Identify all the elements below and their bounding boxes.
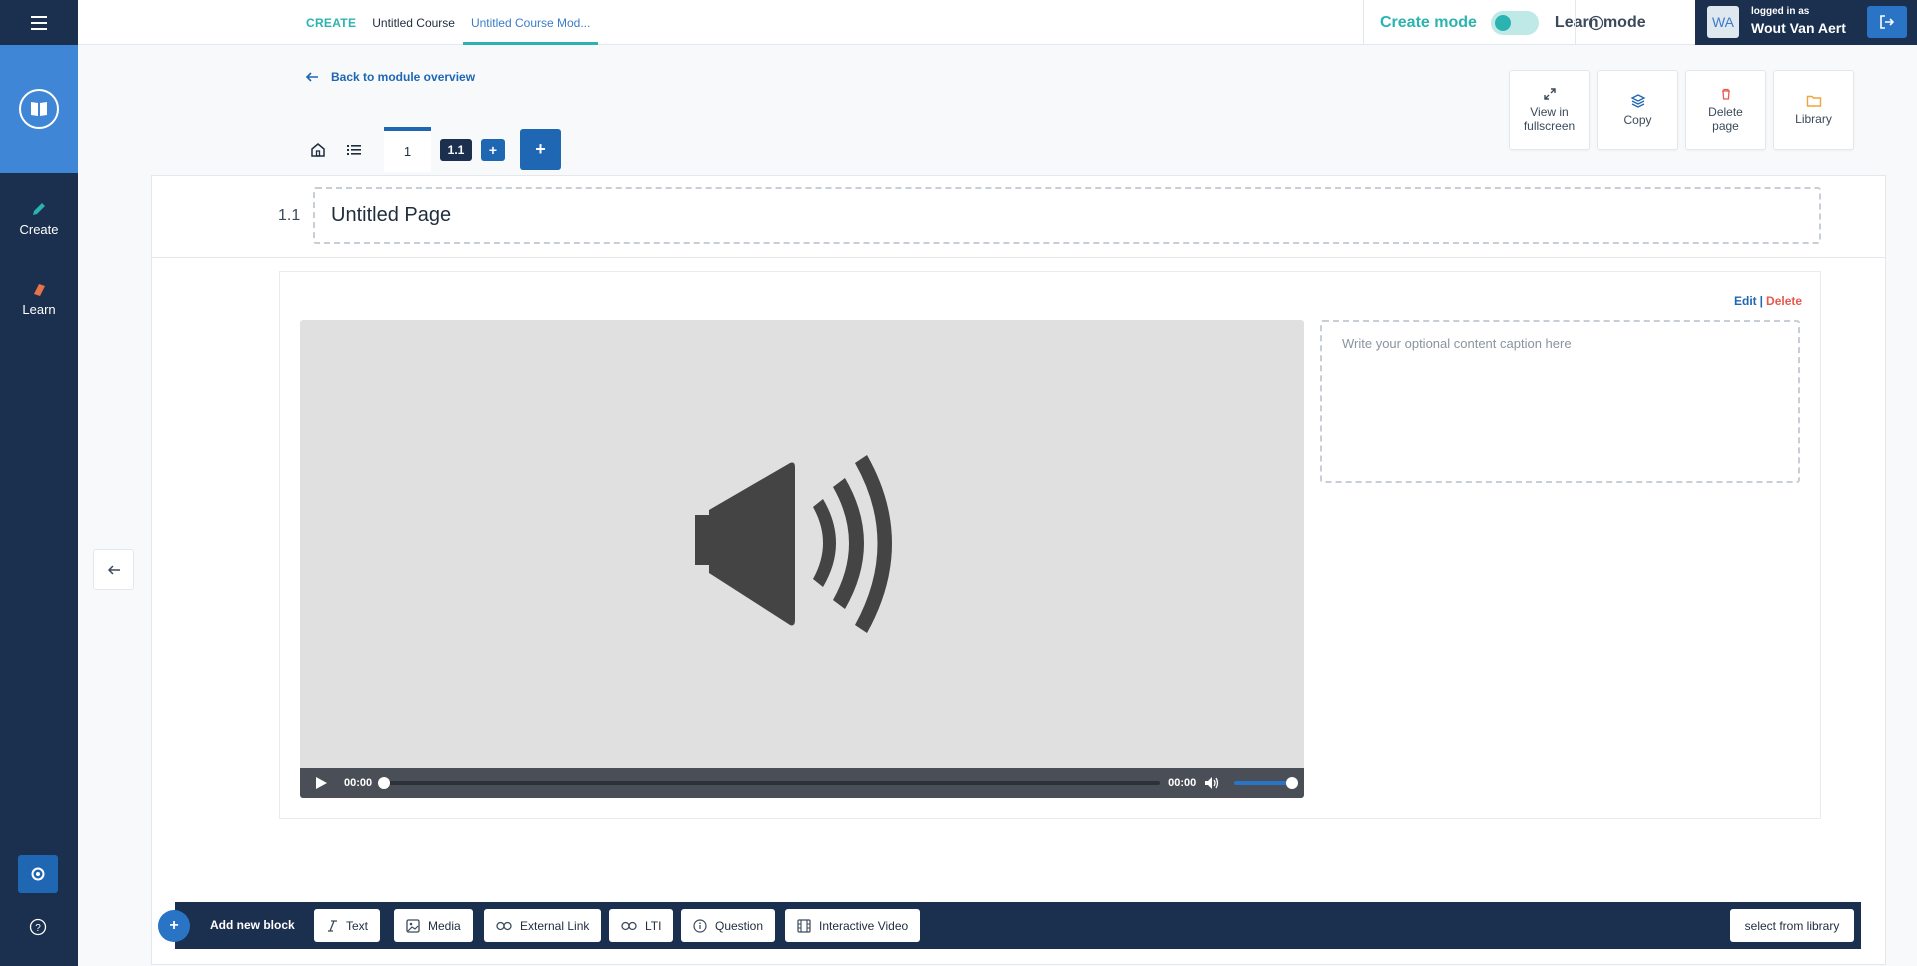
text-icon — [326, 919, 338, 933]
divider — [151, 257, 1886, 258]
link-icon — [496, 921, 512, 931]
mode-toggle[interactable] — [1490, 10, 1539, 35]
play-icon[interactable] — [314, 775, 330, 791]
media-block-button[interactable]: Media — [394, 909, 473, 942]
separator: | — [1759, 294, 1764, 308]
sidebar-item-create[interactable]: Create — [0, 200, 78, 237]
caption-input[interactable]: Write your optional content caption here — [1320, 320, 1800, 483]
link-icon — [621, 921, 637, 931]
avatar: WA — [1707, 6, 1739, 38]
arrow-left-icon — [107, 564, 120, 575]
sidebar-item-label: Learn — [22, 302, 56, 317]
logout-button[interactable] — [1867, 6, 1907, 38]
back-link-label: Back to module overview — [331, 70, 476, 84]
film-icon — [797, 918, 811, 933]
user-name: Wout Van Aert — [1751, 20, 1846, 36]
audio-player: 00:00 00:00 — [300, 320, 1304, 798]
tool-label: External Link — [520, 918, 590, 933]
tool-label: Media — [428, 918, 461, 933]
delete-block-link[interactable]: Delete — [1766, 294, 1802, 308]
arrow-left-icon — [305, 72, 318, 82]
folder-icon — [1806, 95, 1821, 107]
breadcrumb-module[interactable]: Untitled Course Mod... — [462, 0, 599, 45]
info-icon — [693, 918, 707, 933]
info-icon[interactable] — [1575, 0, 1615, 45]
svg-text:?: ? — [35, 923, 41, 934]
expand-icon — [1543, 88, 1556, 100]
back-to-module-link[interactable]: Back to module overview — [305, 70, 475, 84]
block-actions: Edit | Delete — [1734, 294, 1802, 308]
select-from-library-button[interactable]: select from library — [1730, 909, 1854, 942]
current-time: 00:00 — [344, 777, 373, 789]
tab-page-1[interactable]: 1 — [384, 127, 431, 172]
breadcrumb-create[interactable]: CREATE — [298, 0, 364, 45]
tool-label: LTI — [645, 918, 662, 933]
add-block-button[interactable]: + — [158, 910, 190, 942]
top-bar: CREATE Untitled Course Untitled Course M… — [78, 0, 1917, 45]
volume-slider[interactable] — [1234, 777, 1299, 789]
tool-label: Question — [715, 918, 764, 933]
action-label: Copy — [1623, 113, 1652, 127]
action-label: View in fullscreen — [1523, 105, 1576, 133]
trash-icon — [1721, 88, 1730, 100]
tool-label: Text — [346, 918, 369, 933]
progress-slider[interactable] — [378, 777, 1161, 789]
edit-block-link[interactable]: Edit — [1734, 294, 1757, 308]
sidebar: Create Learn ? — [0, 0, 78, 966]
course-logo — [0, 45, 78, 173]
user-panel: WA logged in as Wout Van Aert — [1695, 0, 1917, 45]
volume-icon[interactable] — [1204, 776, 1224, 790]
lti-block-button[interactable]: LTI — [609, 909, 674, 942]
add-subpage-button[interactable]: + — [481, 138, 505, 161]
add-block-label: Add new block — [210, 918, 295, 932]
external-link-block-button[interactable]: External Link — [484, 909, 602, 942]
library-button[interactable]: Library — [1773, 70, 1854, 150]
gear-icon[interactable] — [18, 855, 58, 893]
text-block-button[interactable]: Text — [314, 909, 381, 942]
logout-icon — [1880, 15, 1895, 29]
page-number: 1.1 — [278, 207, 301, 224]
subpage-badge[interactable]: 1.1 — [440, 138, 472, 161]
action-label: Library — [1795, 112, 1832, 126]
layers-icon — [1630, 94, 1645, 108]
question-block-button[interactable]: Question — [681, 909, 776, 942]
logged-in-label: logged in as — [1751, 6, 1810, 17]
sidebar-item-label: Create — [19, 222, 59, 237]
sidebar-item-learn[interactable]: Learn — [0, 280, 78, 317]
breadcrumb: CREATE Untitled Course Untitled Course M… — [298, 0, 599, 45]
pencil-icon — [33, 203, 45, 215]
delete-page-button[interactable]: Delete page — [1685, 70, 1766, 150]
player-controls: 00:00 00:00 — [300, 768, 1304, 798]
list-icon[interactable] — [336, 127, 372, 172]
page-title-input[interactable]: Untitled Page — [313, 187, 1821, 244]
copy-button[interactable]: Copy — [1597, 70, 1678, 150]
interactive-video-block-button[interactable]: Interactive Video — [785, 909, 921, 942]
breadcrumb-course[interactable]: Untitled Course — [364, 0, 463, 45]
speaker-icon — [695, 455, 892, 633]
menu-icon[interactable] — [0, 0, 78, 45]
page-tabs: 1 1.1 + + — [300, 127, 561, 172]
book-icon — [19, 89, 59, 129]
action-label: Delete page — [1708, 105, 1743, 133]
view-fullscreen-button[interactable]: View in fullscreen — [1509, 70, 1590, 150]
home-icon[interactable] — [300, 127, 336, 172]
create-mode-label: Create mode — [1380, 13, 1477, 31]
eraser-icon — [34, 284, 45, 296]
collapse-arrow-button[interactable] — [93, 549, 134, 590]
tool-label: Interactive Video — [819, 918, 909, 933]
image-icon — [406, 918, 420, 933]
help-icon[interactable]: ? — [26, 915, 50, 939]
add-page-button[interactable]: + — [520, 129, 561, 170]
duration: 00:00 — [1168, 777, 1197, 789]
